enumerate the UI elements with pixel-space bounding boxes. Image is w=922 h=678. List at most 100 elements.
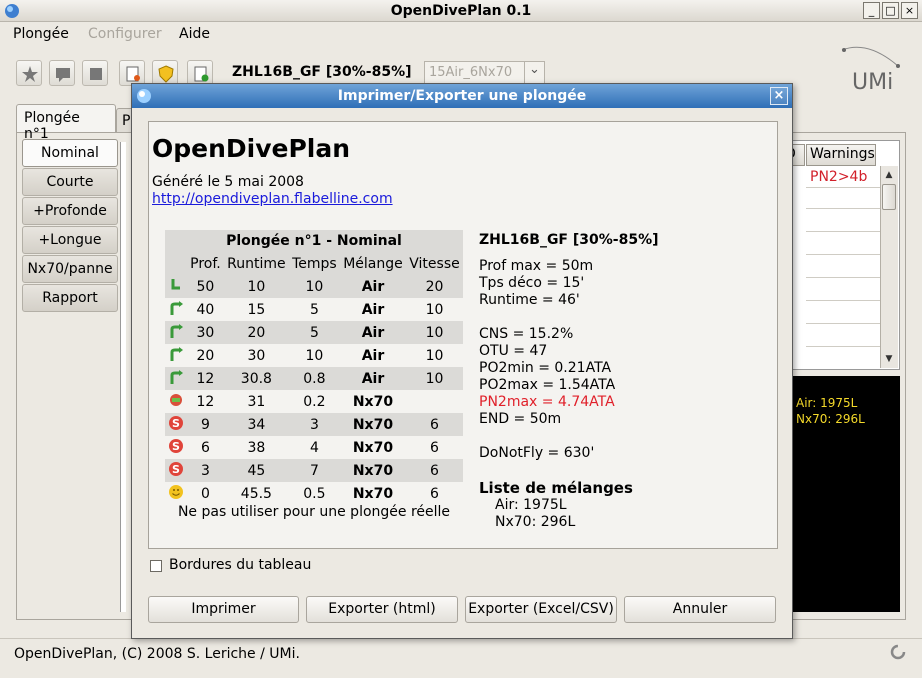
side-tab-nx70-panne[interactable]: Nx70/panne xyxy=(22,255,118,283)
mix-nx70: Nx70: 296L xyxy=(495,514,576,530)
cell-temps: 5 xyxy=(309,324,319,341)
dive-table-row: S 6 38 4 Nx70 6 xyxy=(165,436,463,459)
summary-po2max: PO2max = 1.54ATA xyxy=(479,377,616,393)
cell-melange: Air xyxy=(361,324,385,341)
cell-prof: 50 xyxy=(196,278,215,295)
favorite-button[interactable] xyxy=(16,60,42,86)
column-header-warnings[interactable]: Warnings xyxy=(806,144,876,166)
table-row-divider xyxy=(806,323,880,324)
table-row-divider xyxy=(806,187,880,188)
header-icon-cell xyxy=(165,252,187,275)
close-button[interactable]: × xyxy=(901,2,918,19)
status-text: OpenDivePlan, (C) 2008 S. Leriche / UMi. xyxy=(14,646,300,662)
dive-table-row: 50 10 10 Air 20 xyxy=(165,275,463,298)
dive-table-row: 12 31 0.2 Nx70 xyxy=(165,390,463,413)
dive-table-row: 0 45.5 0.5 Nx70 6 xyxy=(165,482,463,505)
cell-melange: Nx70 xyxy=(352,485,394,502)
header-temps: Temps xyxy=(292,255,337,272)
cell-prof: 40 xyxy=(196,301,215,318)
table-row-divider xyxy=(806,208,880,209)
cell-vitesse: 6 xyxy=(430,462,439,479)
dive-table-row: 40 15 5 Air 10 xyxy=(165,298,463,321)
dive-table-row: 30 20 5 Air 10 xyxy=(165,321,463,344)
svg-text:S: S xyxy=(172,440,180,453)
header-melange: Mélange xyxy=(343,255,403,272)
report-heading: OpenDivePlan xyxy=(152,134,351,163)
side-tab-nominal[interactable]: Nominal xyxy=(22,139,118,167)
scroll-down-icon[interactable]: ▼ xyxy=(882,352,896,366)
side-tab-courte[interactable]: Courte xyxy=(22,168,118,196)
dive-table-row: 20 30 10 Air 10 xyxy=(165,344,463,367)
add-icon xyxy=(194,66,209,82)
table-borders-label[interactable]: Bordures du tableau xyxy=(169,557,311,573)
header-prof: Prof. xyxy=(190,255,221,272)
cell-temps: 3 xyxy=(309,416,319,433)
menu-plongee[interactable]: Plongée xyxy=(13,26,69,42)
stop-icon: S xyxy=(165,459,187,482)
export-html-button[interactable]: Exporter (html) xyxy=(306,596,458,623)
stop-icon: S xyxy=(165,413,187,436)
cell-vitesse: 10 xyxy=(425,301,444,318)
summary-end: END = 50m xyxy=(479,411,562,427)
menu-configurer[interactable]: Configurer xyxy=(88,26,162,42)
side-tab-rapport[interactable]: Rapport xyxy=(22,284,118,312)
table-row-divider xyxy=(806,300,880,301)
dialog-close-button[interactable]: × xyxy=(770,87,788,105)
dive-plan-table: Plongée n°1 - Nominal Prof. Runtime Temp… xyxy=(165,230,463,505)
page-icon xyxy=(90,68,102,80)
chevron-down-icon[interactable]: ⌄ xyxy=(524,62,544,83)
dive-table-header: Prof. Runtime Temps Mélange Vitesse xyxy=(165,252,463,275)
cell-melange: Air xyxy=(361,278,385,295)
scroll-up-icon[interactable]: ▲ xyxy=(882,168,896,182)
cancel-button[interactable]: Annuler xyxy=(624,596,776,623)
page-button[interactable] xyxy=(82,60,108,86)
report-website-link[interactable]: http://opendiveplan.flabelline.com xyxy=(152,191,393,207)
cell-prof: 12 xyxy=(196,393,215,410)
star-icon xyxy=(22,66,38,82)
profile-combo[interactable]: 15Air_6Nx70 ⌄ xyxy=(424,61,545,84)
side-tab-longue[interactable]: +Longue xyxy=(22,226,118,254)
cell-melange: Air xyxy=(361,347,385,364)
cell-melange: Air xyxy=(361,370,385,387)
cell-runtime: 10 xyxy=(247,278,266,295)
menu-aide[interactable]: Aide xyxy=(179,26,210,42)
table-row-divider xyxy=(806,346,880,347)
table-borders-checkbox[interactable] xyxy=(150,560,162,572)
cell-runtime: 38 xyxy=(247,439,266,456)
table-row-divider xyxy=(806,277,880,278)
maximize-button[interactable]: □ xyxy=(882,2,899,19)
dive-table-caption: Plongée n°1 - Nominal xyxy=(165,230,463,252)
cell-runtime: 15 xyxy=(247,301,266,318)
dive-table-row: S 3 45 7 Nx70 6 xyxy=(165,459,463,482)
report-preview: OpenDivePlan Généré le 5 mai 2008 http:/… xyxy=(148,121,778,549)
cell-prof: 12 xyxy=(196,370,215,387)
scroll-thumb[interactable] xyxy=(882,184,896,210)
export-csv-button[interactable]: Exporter (Excel/CSV) xyxy=(465,596,617,623)
gas-air-total: Air: 1975L xyxy=(796,396,858,410)
summary-po2min: PO2min = 0.21ATA xyxy=(479,360,612,376)
cell-prof: 20 xyxy=(196,347,215,364)
surface-icon xyxy=(165,482,187,505)
gas-nx70-total: Nx70: 296L xyxy=(796,412,865,426)
descent-icon xyxy=(165,275,187,298)
dialog-title: Imprimer/Exporter une plongée xyxy=(337,88,587,104)
cell-temps: 10 xyxy=(305,278,324,295)
comment-button[interactable] xyxy=(49,60,75,86)
table-row-divider xyxy=(806,231,880,232)
side-tab-profonde[interactable]: +Profonde xyxy=(22,197,118,225)
minimize-button[interactable]: _ xyxy=(863,2,880,19)
dialog-titlebar: Imprimer/Exporter une plongée × xyxy=(132,84,792,108)
gas-switch-icon xyxy=(165,390,187,413)
tab-plongee-1[interactable]: Plongée n°1 xyxy=(16,104,116,142)
umi-logo: UMi xyxy=(838,44,908,100)
cell-melange: Air xyxy=(361,301,385,318)
cell-runtime: 34 xyxy=(247,416,266,433)
print-button[interactable]: Imprimer xyxy=(148,596,299,623)
cell-melange: Nx70 xyxy=(352,416,394,433)
cell-prof: 9 xyxy=(200,416,210,433)
plan-grid-edge xyxy=(120,142,126,612)
cell-vitesse: 6 xyxy=(430,416,439,433)
header-vitesse: Vitesse xyxy=(409,255,460,272)
cell-prof: 30 xyxy=(196,324,215,341)
spinner-icon xyxy=(890,644,906,660)
